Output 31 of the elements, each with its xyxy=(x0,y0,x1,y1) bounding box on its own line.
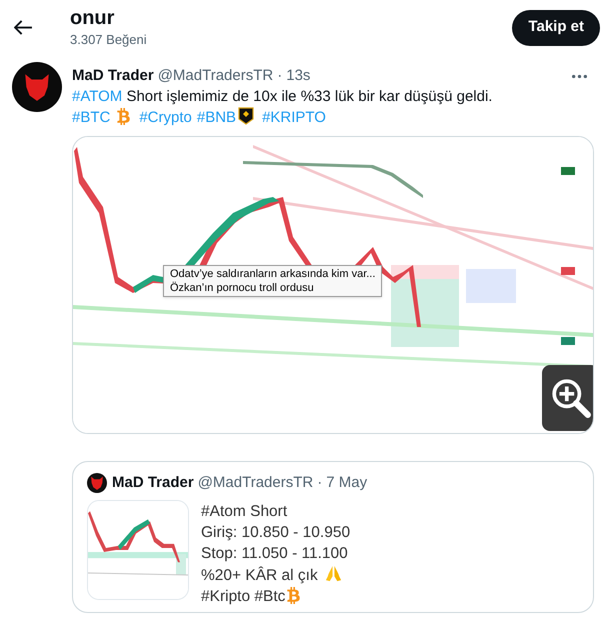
author-handle: @MadTradersTR xyxy=(198,473,314,493)
tooltip-text: Odatv’ye saldıranların arkasında kim var... xyxy=(170,267,376,281)
follow-button[interactable]: Takip et xyxy=(512,10,600,46)
likes-count: 3.307 Beğeni xyxy=(70,30,148,49)
profile-name: onur xyxy=(70,6,116,30)
zoom-in-icon xyxy=(550,377,592,419)
tweet-text: Giriş: 10.850 - 10.950 xyxy=(201,524,350,541)
post-time: 7 May xyxy=(326,473,368,493)
quote-card[interactable]: MaD Trader @MadTradersTR · 7 May #Atom Short Giriş: 10.850 - 10.950 Stop: 11.050 - 11.100 %20+ KÂR al çık #Kripto #Btc xyxy=(72,461,594,613)
post-time[interactable]: 13s xyxy=(286,66,310,86)
tweet-text: Stop: 11.050 - 11.100 xyxy=(201,545,348,562)
author-handle[interactable]: @MadTradersTR xyxy=(158,66,274,86)
tweet-text: #Atom Short xyxy=(201,503,288,520)
separator-dot: · xyxy=(317,473,322,493)
more-options-icon[interactable] xyxy=(571,74,588,78)
separator-dot: · xyxy=(277,66,282,86)
coin-icon xyxy=(286,587,302,604)
shield-icon xyxy=(238,107,254,125)
tweet-text: Short işlemimiz de 10x ile %33 lük bir kar düşüşü geldi. xyxy=(125,88,492,105)
tooltip-text: Özkan’ın pornocu troll ordusu xyxy=(170,281,315,295)
coin-icon xyxy=(116,108,132,125)
folded-hands-icon xyxy=(324,564,343,583)
author-name: MaD Trader xyxy=(112,473,194,493)
quote-avatar[interactable] xyxy=(87,473,107,493)
zoom-button[interactable] xyxy=(542,365,593,431)
media-card[interactable]: Odatv’ye saldıranların arkasında kim var... Özkan’ın pornocu troll ordusu xyxy=(72,136,594,434)
tweet-text: %20+ KÂR al çık xyxy=(201,567,318,584)
back-arrow-icon[interactable] xyxy=(14,20,33,35)
tweet-text: #Kripto #Btc xyxy=(201,588,286,605)
author-name[interactable]: MaD Trader xyxy=(72,66,154,86)
avatar[interactable] xyxy=(12,62,62,112)
